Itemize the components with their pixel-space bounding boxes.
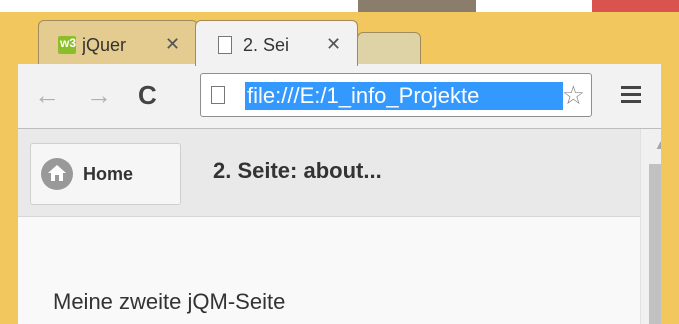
- background-strip-red: [592, 0, 679, 12]
- home-label: Home: [83, 164, 134, 184]
- tab-close-button[interactable]: ✕: [326, 34, 341, 55]
- menu-icon[interactable]: [621, 86, 641, 107]
- page-top-strip: [0, 0, 679, 12]
- w3-icon-text: w3: [60, 36, 77, 50]
- page-icon: [211, 86, 225, 104]
- forward-button[interactable]: →: [86, 82, 112, 108]
- tab-title: 2. Sei: [243, 35, 290, 55]
- tab-close-button[interactable]: ✕: [165, 34, 180, 55]
- home-icon: [41, 158, 73, 190]
- home-button[interactable]: Home: [30, 143, 181, 205]
- body-text: Meine zweite jQM-Seite: [53, 289, 286, 314]
- tab-jquery[interactable]: w3 jQuer ✕: [38, 20, 198, 66]
- back-button[interactable]: ←: [34, 82, 60, 108]
- tab-2-seite[interactable]: 2. Sei ✕: [195, 20, 358, 66]
- page-title: 2. Seite: about...: [213, 158, 382, 183]
- background-strip: [358, 0, 476, 12]
- browser-toolbar: ← → C file:///E:/1_info_Projekte ☆: [18, 64, 679, 129]
- page-icon: [218, 36, 232, 54]
- new-tab-button[interactable]: [357, 32, 421, 66]
- tab-title: jQuer: [82, 35, 127, 55]
- address-bar[interactable]: file:///E:/1_info_Projekte ☆: [200, 73, 592, 117]
- page-header: Home 2. Seite: about...: [18, 129, 640, 217]
- url-text[interactable]: file:///E:/1_info_Projekte: [245, 82, 563, 110]
- w3schools-icon: w3: [58, 36, 76, 54]
- bookmark-star-icon[interactable]: ☆: [562, 80, 585, 111]
- reload-button[interactable]: C: [138, 82, 157, 108]
- page-content: Home 2. Seite: about... Meine zweite jQM…: [18, 129, 679, 324]
- window-frame-edge: [661, 64, 679, 324]
- browser-window: w3 jQuer ✕ 2. Sei ✕ ← → C file:///E:/1_i…: [0, 12, 679, 324]
